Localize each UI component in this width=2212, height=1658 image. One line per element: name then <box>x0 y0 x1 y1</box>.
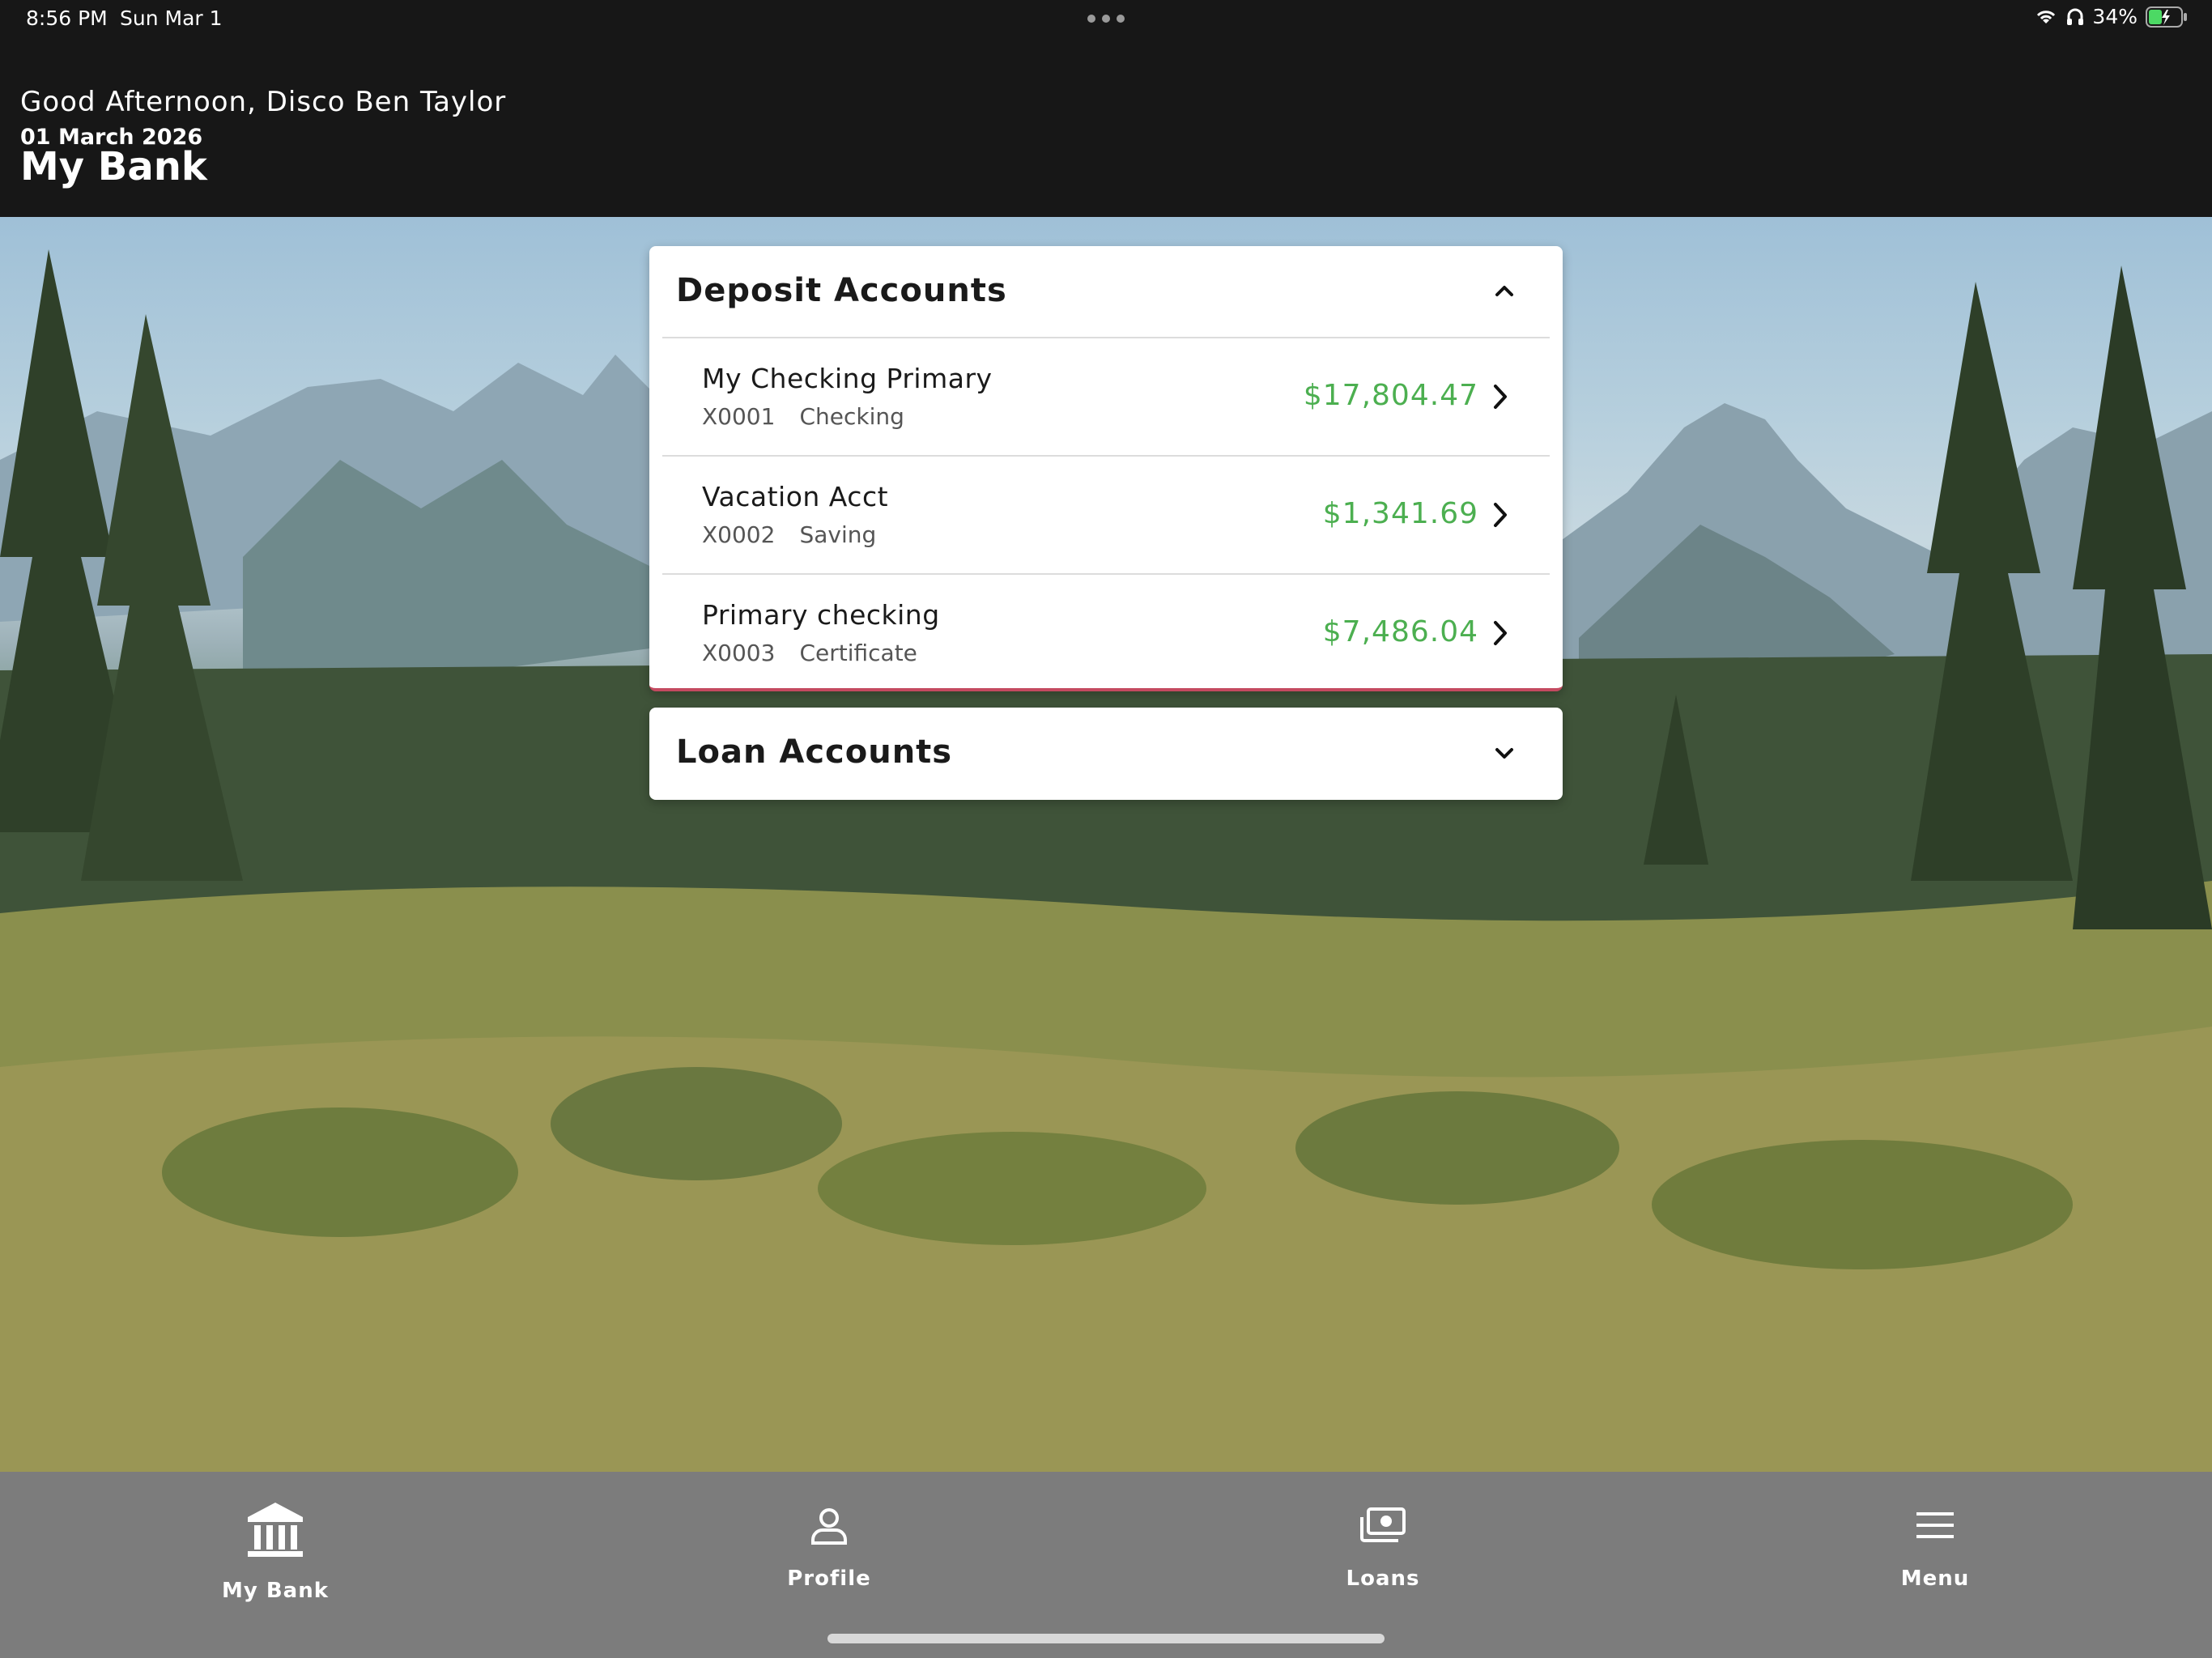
account-row[interactable]: Vacation Acct X0002 Saving $1,341.69 <box>662 457 1550 573</box>
account-name: Vacation Acct <box>702 481 889 512</box>
nav-label-my-bank: My Bank <box>221 1579 330 1603</box>
page-title: My Bank <box>20 144 207 189</box>
chevron-right-icon[interactable] <box>1490 619 1511 648</box>
status-indicators: 34% <box>2034 5 2188 28</box>
account-type: Checking <box>799 403 904 430</box>
chevron-down-icon[interactable] <box>1488 737 1521 769</box>
bottom-navigation: My Bank Profile Loans Menu <box>0 1472 2212 1658</box>
chevron-right-icon[interactable] <box>1490 382 1511 411</box>
chevron-right-icon[interactable] <box>1490 500 1511 529</box>
nav-label-loans: Loans <box>1346 1567 1420 1591</box>
loan-accounts-title: Loan Accounts <box>676 733 953 771</box>
wifi-icon <box>2037 10 2056 23</box>
account-balance: $7,486.04 <box>1322 615 1478 648</box>
status-time: 8:56 PM <box>26 6 108 30</box>
account-number: X0001 <box>702 403 776 430</box>
account-name: My Checking Primary <box>702 363 993 394</box>
status-date: Sun Mar 1 <box>120 6 223 30</box>
deposit-accounts-header[interactable]: Deposit Accounts <box>649 246 1563 337</box>
nav-label-profile: Profile <box>787 1567 871 1591</box>
account-name: Primary checking <box>702 599 940 631</box>
account-row[interactable]: My Checking Primary X0001 Checking $17,80… <box>662 338 1550 455</box>
home-indicator[interactable] <box>827 1634 1385 1643</box>
deposit-accounts-title: Deposit Accounts <box>676 272 1007 309</box>
account-row[interactable]: Primary checking X0003 Certificate $7,486… <box>662 575 1550 691</box>
account-number: X0003 <box>702 640 776 666</box>
person-icon <box>811 1508 847 1545</box>
nav-item-my-bank[interactable]: My Bank <box>154 1472 397 1634</box>
account-type: Saving <box>799 521 877 548</box>
battery-charging-icon <box>2146 6 2187 28</box>
loan-accounts-header[interactable]: Loan Accounts <box>649 708 1563 798</box>
cash-icon <box>1360 1507 1406 1542</box>
loan-accounts-card[interactable]: Loan Accounts <box>649 708 1563 800</box>
hamburger-icon <box>1916 1512 1954 1538</box>
multitasking-dots-icon[interactable] <box>1087 15 1125 23</box>
account-meta: X0003 Certificate <box>702 640 917 666</box>
account-meta: X0002 Saving <box>702 521 876 548</box>
app-header: Good Afternoon, Disco Ben Taylor 01 Marc… <box>0 39 2212 217</box>
nav-item-loans[interactable]: Loans <box>1261 1472 1504 1634</box>
account-balance: $1,341.69 <box>1322 497 1478 530</box>
greeting-text: Good Afternoon, Disco Ben Taylor <box>20 86 507 118</box>
account-meta: X0001 Checking <box>702 403 904 430</box>
nav-item-menu[interactable]: Menu <box>1814 1472 2057 1634</box>
bank-icon <box>248 1503 303 1557</box>
account-balance: $17,804.47 <box>1303 379 1478 412</box>
deposit-accounts-card: Deposit Accounts My Checking Primary X00… <box>649 246 1563 691</box>
chevron-up-icon[interactable] <box>1488 275 1521 308</box>
battery-percent: 34% <box>2092 5 2138 28</box>
account-number: X0002 <box>702 521 776 548</box>
nav-item-profile[interactable]: Profile <box>708 1472 951 1634</box>
nav-label-menu: Menu <box>1900 1567 1970 1591</box>
account-type: Certificate <box>799 640 917 666</box>
headphones-icon <box>2067 8 2084 25</box>
status-bar: 8:56 PM Sun Mar 1 34% <box>0 0 2212 39</box>
